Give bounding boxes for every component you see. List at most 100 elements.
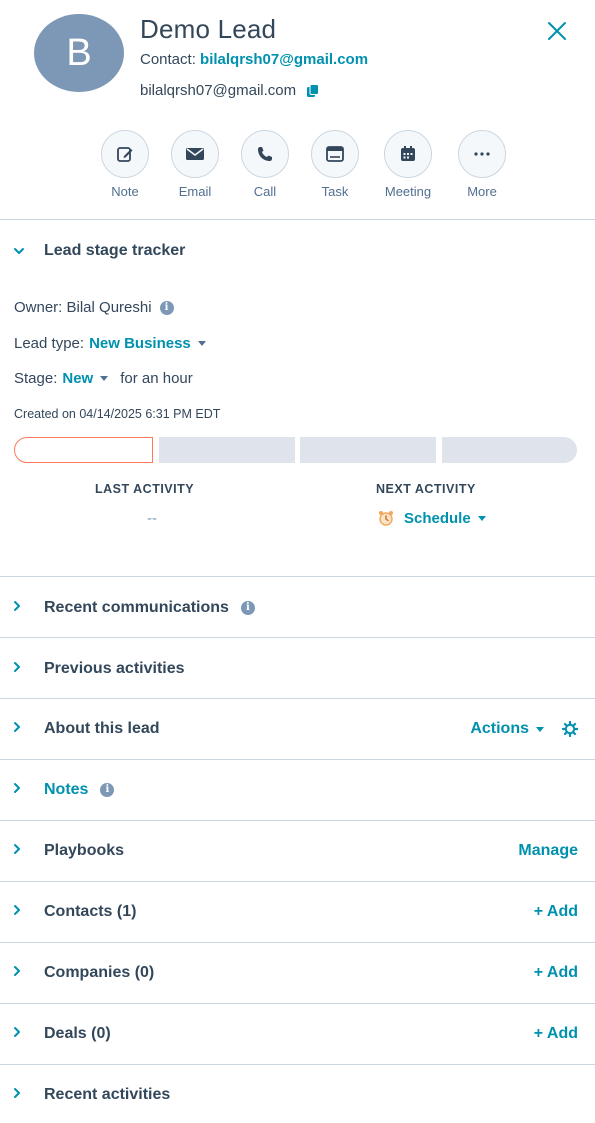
close-icon[interactable] [545, 19, 569, 43]
section-contacts: Contacts (1) + Add [0, 882, 595, 942]
add-company-button[interactable]: + Add [534, 943, 578, 1003]
divider [0, 219, 595, 220]
section-toggle[interactable]: Companies (0) [13, 943, 154, 1003]
section-recent-communications: Recent communications i [0, 578, 595, 638]
email-line: bilalqrsh07@gmail.com [140, 82, 320, 99]
caret-down-icon[interactable] [197, 341, 206, 346]
chevron-right-icon [13, 1025, 27, 1043]
more-icon [458, 130, 506, 178]
section-title: Recent communications [44, 599, 229, 616]
section-toggle[interactable]: Notes i [13, 760, 115, 820]
actions-dropdown[interactable]: Actions [470, 699, 579, 759]
note-action-button[interactable]: Note [95, 130, 155, 199]
note-action-label: Note [111, 184, 139, 199]
task-action-button[interactable]: Task [305, 130, 365, 199]
section-title: Notes [44, 781, 89, 798]
stage-progress-bar [14, 437, 577, 463]
info-icon[interactable]: i [240, 601, 255, 615]
contact-line: Contact: bilalqrsh07@gmail.com [140, 51, 368, 68]
copy-icon[interactable] [306, 83, 320, 98]
calendar-icon [384, 130, 432, 178]
add-deal-button[interactable]: + Add [534, 1004, 578, 1064]
section-playbooks: Playbooks Manage [0, 821, 595, 881]
info-icon[interactable]: i [159, 300, 174, 315]
chevron-right-icon [13, 720, 27, 738]
contact-link[interactable]: bilalqrsh07@gmail.com [200, 51, 368, 68]
info-icon[interactable]: i [100, 783, 115, 797]
section-deals: Deals (0) + Add [0, 1004, 595, 1064]
section-notes: Notes i [0, 760, 595, 820]
more-action-label: More [467, 184, 497, 199]
stage-segment[interactable] [300, 437, 436, 463]
page-title: Demo Lead [140, 14, 277, 44]
divider [0, 576, 595, 577]
call-action-label: Call [253, 184, 277, 199]
edit-icon [101, 130, 149, 178]
stage-segment-current[interactable] [14, 437, 153, 463]
email-action-button[interactable]: Email [165, 130, 225, 199]
manage-link[interactable]: Manage [518, 821, 578, 881]
stage-segment[interactable] [159, 437, 295, 463]
created-date: Created on 04/14/2025 6:31 PM EDT [14, 407, 221, 421]
section-recent-activities: Recent activities [0, 1065, 595, 1123]
section-toggle[interactable]: Contacts (1) [13, 882, 136, 942]
stage-segment[interactable] [442, 437, 577, 463]
section-title: Contacts (1) [44, 903, 137, 920]
section-toggle[interactable]: Previous activities [13, 639, 185, 699]
chevron-right-icon [13, 842, 27, 860]
chevron-right-icon [13, 781, 27, 799]
section-toggle[interactable]: Recent communications i [13, 578, 255, 638]
last-activity-label: LAST ACTIVITY [95, 482, 195, 496]
chevron-right-icon [13, 964, 27, 982]
caret-down-icon [477, 515, 486, 521]
section-toggle[interactable]: Recent activities [13, 1065, 170, 1123]
section-title: Lead stage tracker [44, 242, 186, 259]
chevron-right-icon [13, 599, 27, 617]
email-text: bilalqrsh07@gmail.com [140, 82, 297, 99]
section-about-this-lead: About this lead Actions [0, 699, 595, 759]
chevron-right-icon [13, 660, 27, 678]
meeting-action-label: Meeting [384, 184, 432, 199]
task-action-label: Task [321, 184, 349, 199]
section-title: Playbooks [44, 842, 125, 859]
stage-dropdown[interactable]: New [62, 370, 93, 387]
gear-icon[interactable] [561, 720, 579, 738]
schedule-dropdown[interactable]: Schedule [377, 509, 486, 527]
lead-type-dropdown[interactable]: New Business [89, 335, 191, 352]
caret-down-icon[interactable] [100, 376, 109, 381]
phone-icon [241, 130, 289, 178]
owner-field: Owner: Bilal Qureshi i [14, 299, 174, 316]
schedule-label: Schedule [404, 509, 471, 527]
section-toggle[interactable]: Deals (0) [13, 1004, 111, 1064]
chevron-right-icon [13, 1086, 27, 1104]
owner-text: Owner: Bilal Qureshi [14, 299, 152, 316]
record-header: B Demo Lead Contact: bilalqrsh07@gmail.c… [0, 0, 595, 220]
section-title: Companies (0) [44, 964, 155, 981]
add-contact-button[interactable]: + Add [534, 882, 578, 942]
chevron-right-icon [13, 903, 27, 921]
section-toggle[interactable]: About this lead [13, 699, 160, 759]
call-action-button[interactable]: Call [235, 130, 295, 199]
lead-stage-tracker-toggle[interactable]: Lead stage tracker [13, 242, 185, 260]
lead-type-label: Lead type: [14, 335, 85, 352]
avatar: B [34, 14, 124, 92]
stage-field: Stage: New for an hour [14, 370, 193, 387]
stage-duration: for an hour [120, 370, 193, 387]
section-companies: Companies (0) + Add [0, 943, 595, 1003]
section-title: Deals (0) [44, 1025, 111, 1042]
contact-label: Contact: [140, 51, 196, 68]
email-action-label: Email [178, 184, 212, 199]
alarm-clock-icon [377, 509, 395, 527]
divider [0, 637, 595, 638]
section-title: Previous activities [44, 660, 185, 677]
stage-label: Stage: [14, 370, 58, 387]
envelope-icon [171, 130, 219, 178]
section-title: About this lead [44, 720, 160, 737]
section-toggle[interactable]: Playbooks [13, 821, 124, 881]
next-activity-label: NEXT ACTIVITY [376, 482, 476, 496]
more-action-button[interactable]: More [452, 130, 512, 199]
task-icon [311, 130, 359, 178]
section-title: Recent activities [44, 1086, 171, 1103]
meeting-action-button[interactable]: Meeting [378, 130, 438, 199]
section-previous-activities: Previous activities [0, 639, 595, 699]
